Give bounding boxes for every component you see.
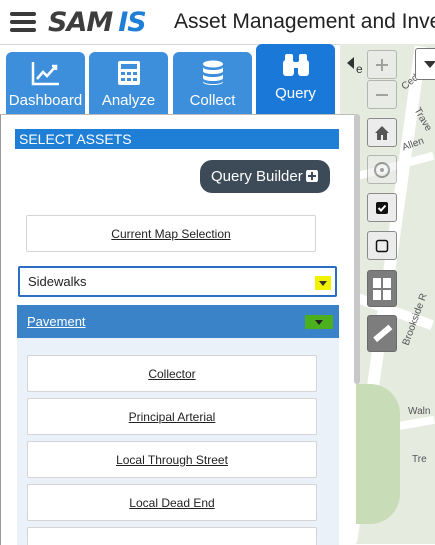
zoom-in-button[interactable] [367,50,397,79]
tab-analyze[interactable]: Analyze [89,52,168,114]
map-label-waln: Waln [408,406,431,417]
line-chart-icon [31,62,59,86]
logo-is-text: IS [118,6,146,38]
current-map-selection-button[interactable]: Current Map Selection [26,215,316,252]
dropdown-arrow-icon[interactable] [315,276,331,290]
checkbox-empty-icon [375,239,389,252]
tab-dashboard[interactable]: Dashboard [6,52,85,114]
option-label: Collector [148,367,196,381]
option-local-through-street[interactable]: Local Through Street [27,441,317,478]
locate-button[interactable] [367,155,397,184]
plus-square-icon [306,170,318,182]
panel-scrollbar[interactable] [354,114,360,384]
option-label: Local Dead End [129,496,215,510]
ruler-icon [373,324,393,342]
tab-query[interactable]: Query [256,44,335,114]
grid-split-icon [373,277,391,300]
minus-icon [376,93,388,96]
map-label-tre: Tre [412,454,427,465]
sam-is-logo: SAM IS [48,6,147,38]
query-builder-label: Query Builder [211,168,303,185]
current-map-selection-label: Current Map Selection [111,227,231,241]
select-assets-header: SELECT ASSETS [15,129,339,149]
query-panel: SELECT ASSETS Query Builder Current Map … [0,114,356,545]
clear-selection-button[interactable] [367,231,397,260]
plus-icon [376,58,388,71]
option-principal-arterial[interactable]: Principal Arterial [27,398,317,435]
home-icon [375,125,389,140]
map-partial-text: e [356,62,363,76]
tab-label: Collect [189,92,236,109]
tab-label: Query [275,85,316,102]
calculator-icon [117,61,140,85]
measure-button[interactable] [367,315,397,352]
asset-type-value: Sidewalks [28,274,87,289]
basemap-dropdown[interactable] [415,48,435,80]
tab-label: Dashboard [8,92,83,109]
locate-icon [374,161,390,178]
expand-arrow-icon[interactable] [305,315,333,329]
tab-label: Analyze [101,92,156,109]
hamburger-menu-icon[interactable] [10,12,36,32]
collapse-panel-icon[interactable] [347,57,354,69]
pavement-label[interactable]: Pavement [27,314,86,329]
zoom-out-button[interactable] [367,80,397,109]
logo-sam-text: SAM [48,6,113,38]
query-builder-button[interactable]: Query Builder [200,160,330,193]
option-local-dead-end[interactable]: Local Dead End [27,484,317,521]
app-header: SAM IS Asset Management and Inve [0,0,435,45]
option-partial[interactable] [27,527,317,545]
database-icon [202,60,223,85]
select-all-button[interactable] [367,193,397,222]
asset-type-select[interactable]: Sidewalks [18,266,337,297]
binoculars-icon [282,54,309,76]
pavement-options: Collector Principal Arterial Local Throu… [17,338,339,545]
home-button[interactable] [367,118,397,147]
checkbox-checked-icon [376,201,388,214]
split-view-button[interactable] [367,270,397,307]
app-title: Asset Management and Inve [174,10,435,33]
option-collector[interactable]: Collector [27,355,317,392]
option-label: Principal Arterial [128,410,216,424]
pavement-group-header[interactable]: Pavement [17,305,339,338]
tab-collect[interactable]: Collect [173,52,252,114]
option-label: Local Through Street [116,453,228,467]
